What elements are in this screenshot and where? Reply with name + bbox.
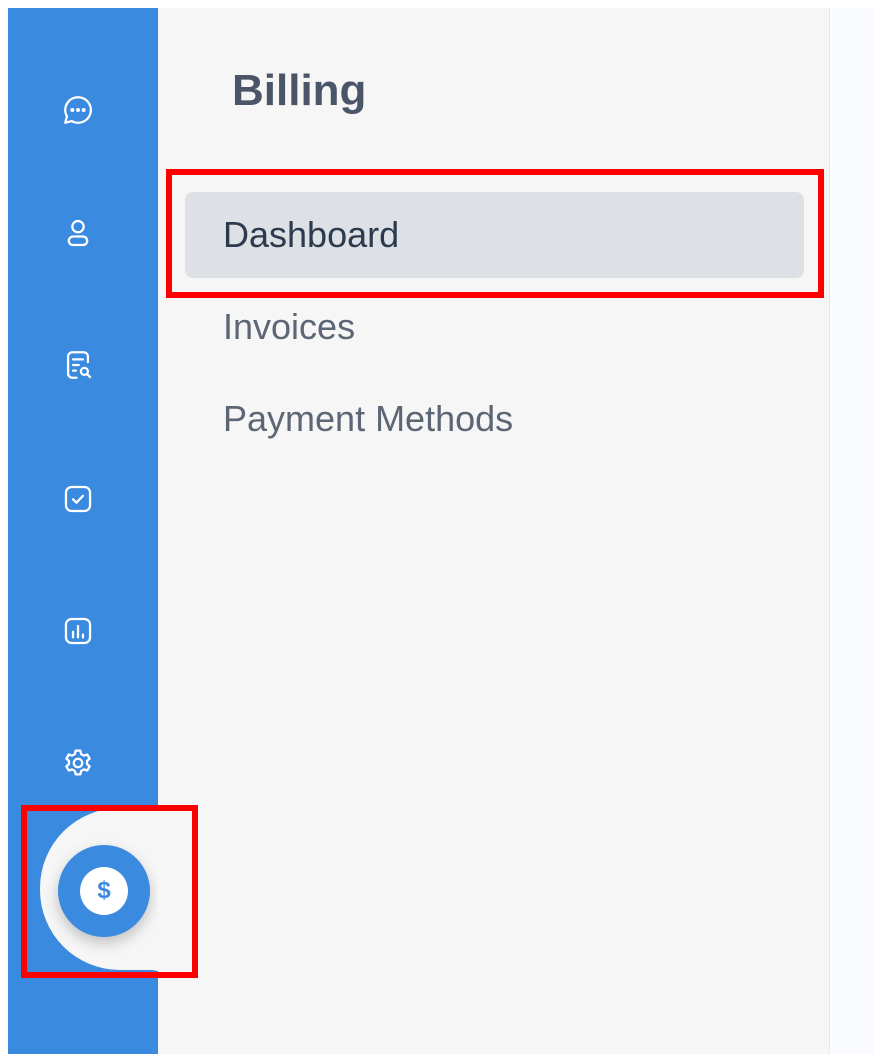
chart-icon[interactable] xyxy=(53,606,103,656)
nav-item-invoices[interactable]: Invoices xyxy=(185,284,804,370)
panel-title: Billing xyxy=(232,66,367,115)
nav-item-label: Invoices xyxy=(223,306,356,347)
nav-item-label: Dashboard xyxy=(223,214,400,255)
document-search-icon[interactable] xyxy=(53,340,103,390)
chat-icon[interactable] xyxy=(53,85,103,135)
nav-item-dashboard[interactable]: Dashboard xyxy=(185,192,804,278)
nav-item-payment-methods[interactable]: Payment Methods xyxy=(185,376,804,462)
gear-icon[interactable] xyxy=(53,738,103,788)
nav-item-label: Payment Methods xyxy=(223,398,514,439)
checkbox-icon[interactable] xyxy=(53,474,103,524)
billing-nav-button[interactable]: $ xyxy=(58,845,150,937)
user-icon[interactable] xyxy=(53,208,103,258)
billing-panel: Billing Dashboard Invoices Payment Metho… xyxy=(158,8,830,1054)
dollar-icon: $ xyxy=(80,867,128,915)
main-content xyxy=(831,8,874,1054)
